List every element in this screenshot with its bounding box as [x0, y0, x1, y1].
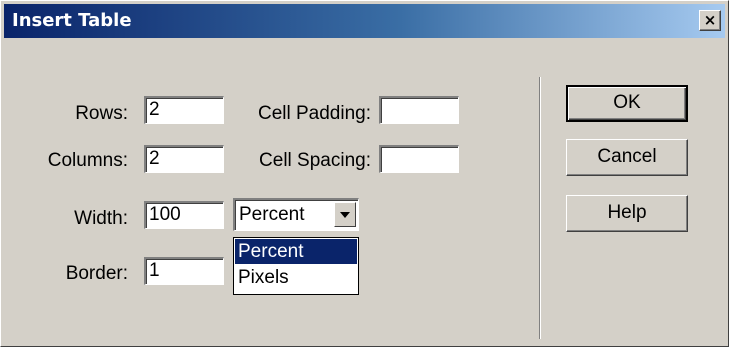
dropdown-option-percent[interactable]: Percent: [235, 239, 357, 264]
rows-label: Rows:: [75, 103, 128, 124]
border-label: Border:: [65, 263, 128, 284]
width-input[interactable]: 100: [144, 201, 224, 229]
rows-input[interactable]: 2: [144, 96, 224, 124]
width-unit-dropdown-list: Percent Pixels: [233, 237, 359, 295]
cell-padding-label: Cell Padding:: [257, 103, 371, 124]
ok-button-label: OK: [613, 92, 641, 113]
width-unit-selected-value: Percent: [239, 204, 305, 225]
dropdown-arrow-button[interactable]: [334, 202, 356, 227]
cell-padding-input[interactable]: [379, 96, 459, 124]
dropdown-option-pixels[interactable]: Pixels: [235, 265, 357, 290]
close-icon: ×: [703, 11, 717, 29]
width-unit-select[interactable]: Percent: [233, 198, 359, 231]
columns-label: Columns:: [47, 150, 128, 171]
cell-spacing-label: Cell Spacing:: [259, 150, 371, 171]
columns-input[interactable]: 2: [144, 145, 224, 173]
cancel-button[interactable]: Cancel: [566, 139, 688, 176]
title-bar[interactable]: Insert Table ×: [4, 4, 725, 38]
chevron-down-icon: [340, 212, 350, 218]
ok-button[interactable]: OK: [566, 85, 688, 122]
width-label: Width:: [74, 208, 128, 229]
dialog-title: Insert Table: [12, 10, 132, 31]
border-input[interactable]: 1: [144, 257, 224, 285]
help-button[interactable]: Help: [566, 195, 688, 232]
vertical-divider: [539, 77, 541, 339]
close-button[interactable]: ×: [699, 10, 721, 31]
insert-table-dialog: Insert Table × Rows: Columns: Width: Bor…: [0, 0, 729, 347]
cell-spacing-input[interactable]: [379, 145, 459, 173]
help-button-label: Help: [607, 202, 647, 223]
cancel-button-label: Cancel: [597, 146, 657, 167]
